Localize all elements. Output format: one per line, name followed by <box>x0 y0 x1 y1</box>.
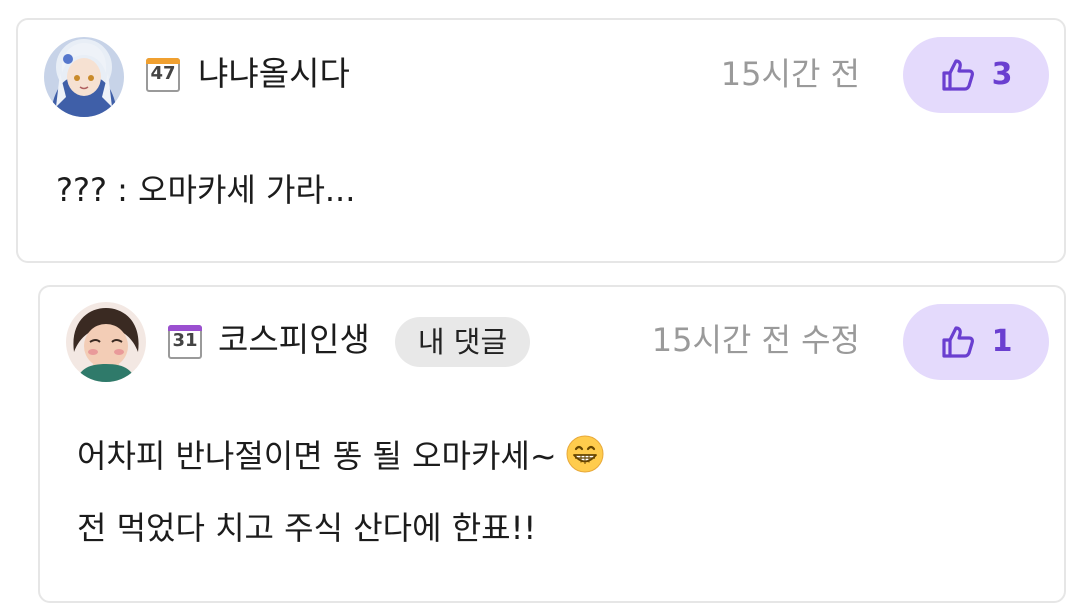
my-comment-badge: 내 댓글 <box>395 317 530 367</box>
reply-card: 31 코스피인생 내 댓글 15시간 전 수정 1 어차피 반나절이면 똥 될 … <box>38 285 1066 603</box>
grinning-face-emoji <box>566 435 604 473</box>
user-avatar[interactable] <box>66 302 146 382</box>
thumbs-up-icon <box>941 326 974 358</box>
like-button[interactable]: 1 <box>903 304 1049 380</box>
like-count: 1 <box>991 324 1013 359</box>
thumbs-up-icon <box>941 59 974 91</box>
like-button[interactable]: 3 <box>903 37 1049 113</box>
comment-card: 47 냐냐올시다 15시간 전 3 ??? : 오마카세 가라... <box>16 18 1066 263</box>
comment-text-line: 어차피 반나절이면 똥 될 오마카세~ <box>77 434 605 476</box>
username[interactable]: 냐냐올시다 <box>198 54 350 94</box>
comment-text: 전 먹었다 치고 주식 산다에 한표!! <box>77 509 537 547</box>
timestamp: 15시간 전 <box>720 55 860 93</box>
like-count: 3 <box>991 57 1013 92</box>
username[interactable]: 코스피인생 <box>218 320 370 360</box>
user-level-badge: 31 <box>168 325 202 359</box>
user-level-badge: 47 <box>146 58 180 92</box>
comment-text: 어차피 반나절이면 똥 될 오마카세~ <box>77 437 557 475</box>
user-avatar[interactable] <box>44 37 124 117</box>
comment-text: ??? : 오마카세 가라... <box>56 171 356 209</box>
timestamp: 15시간 전 수정 <box>651 321 860 359</box>
